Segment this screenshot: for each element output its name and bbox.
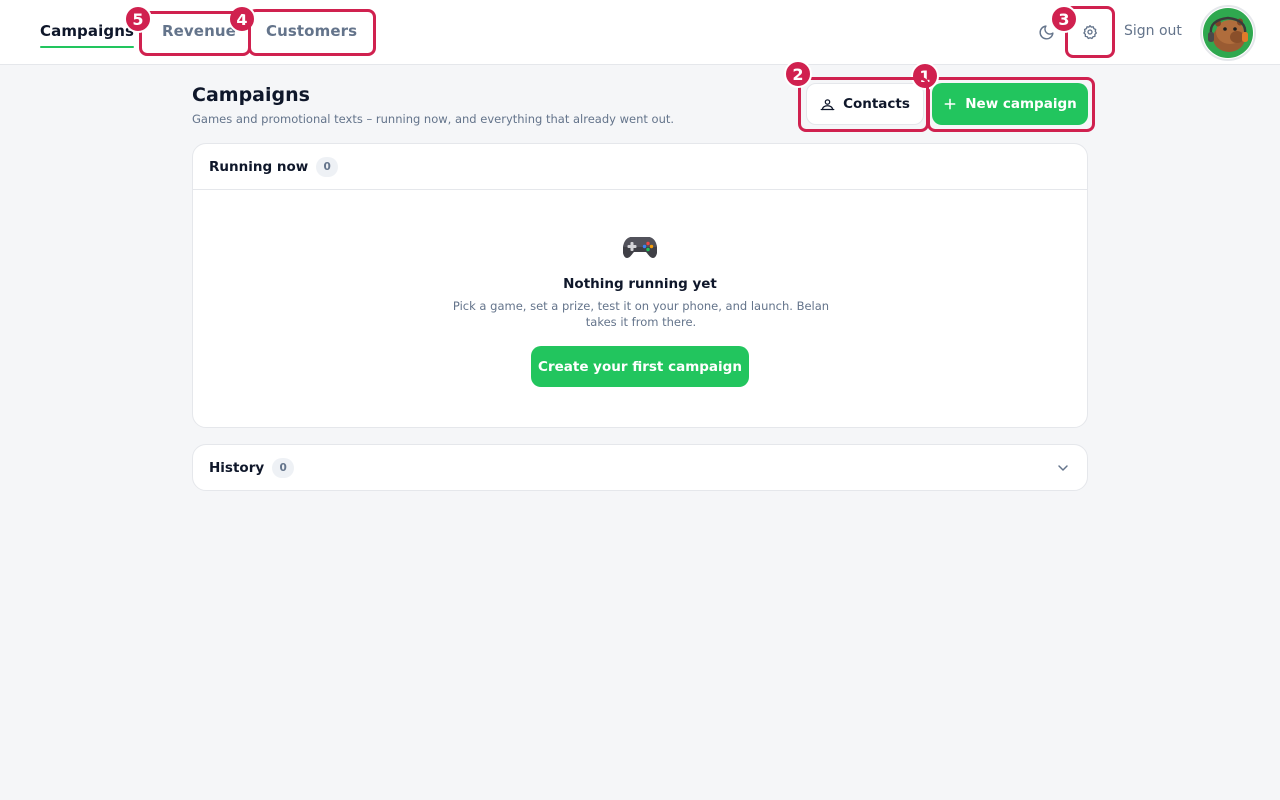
running-count-badge: 0 bbox=[316, 156, 339, 177]
empty-state-description: Pick a game, set a prize, test it on you… bbox=[452, 299, 830, 329]
avatar[interactable] bbox=[1200, 5, 1256, 61]
plus-icon bbox=[944, 98, 956, 110]
page-subtitle: Games and promotional texts – running no… bbox=[192, 112, 675, 126]
running-now-header: Running now 0 bbox=[193, 144, 1087, 190]
chevron-down-icon[interactable] bbox=[1055, 460, 1071, 476]
sign-out-link[interactable]: Sign out bbox=[1124, 23, 1182, 39]
top-navigation-bar: Campaigns Revenue Customers Sign out bbox=[0, 0, 1280, 65]
contacts-button-label: Contacts bbox=[843, 96, 910, 112]
moon-icon bbox=[1039, 24, 1054, 39]
new-campaign-button[interactable]: New campaign bbox=[932, 83, 1088, 125]
tab-revenue[interactable]: Revenue bbox=[162, 22, 236, 40]
new-campaign-button-label: New campaign bbox=[965, 96, 1077, 112]
empty-state-illustration bbox=[193, 232, 1087, 260]
history-header: History 0 bbox=[193, 445, 1087, 491]
create-first-campaign-button[interactable]: Create your first campaign bbox=[531, 346, 749, 387]
gamepad-icon bbox=[623, 237, 657, 258]
tab-customers[interactable]: Customers bbox=[266, 22, 357, 40]
capybara-avatar-icon bbox=[1203, 8, 1253, 58]
running-now-card: Running now 0 Nothing running yet Pick a… bbox=[192, 143, 1088, 428]
settings-button[interactable] bbox=[1078, 20, 1102, 44]
running-now-title: Running now bbox=[209, 158, 309, 175]
gear-icon bbox=[1083, 25, 1097, 40]
empty-state-title: Nothing running yet bbox=[563, 276, 717, 292]
theme-toggle-button[interactable] bbox=[1034, 20, 1058, 44]
history-count-badge: 0 bbox=[272, 458, 295, 478]
users-icon bbox=[820, 98, 835, 110]
tab-campaigns[interactable]: Campaigns bbox=[40, 22, 135, 48]
contacts-button[interactable]: Contacts bbox=[806, 83, 924, 125]
history-card[interactable]: History 0 bbox=[192, 444, 1088, 491]
page-title: Campaigns bbox=[192, 84, 310, 106]
history-title: History bbox=[209, 460, 265, 476]
